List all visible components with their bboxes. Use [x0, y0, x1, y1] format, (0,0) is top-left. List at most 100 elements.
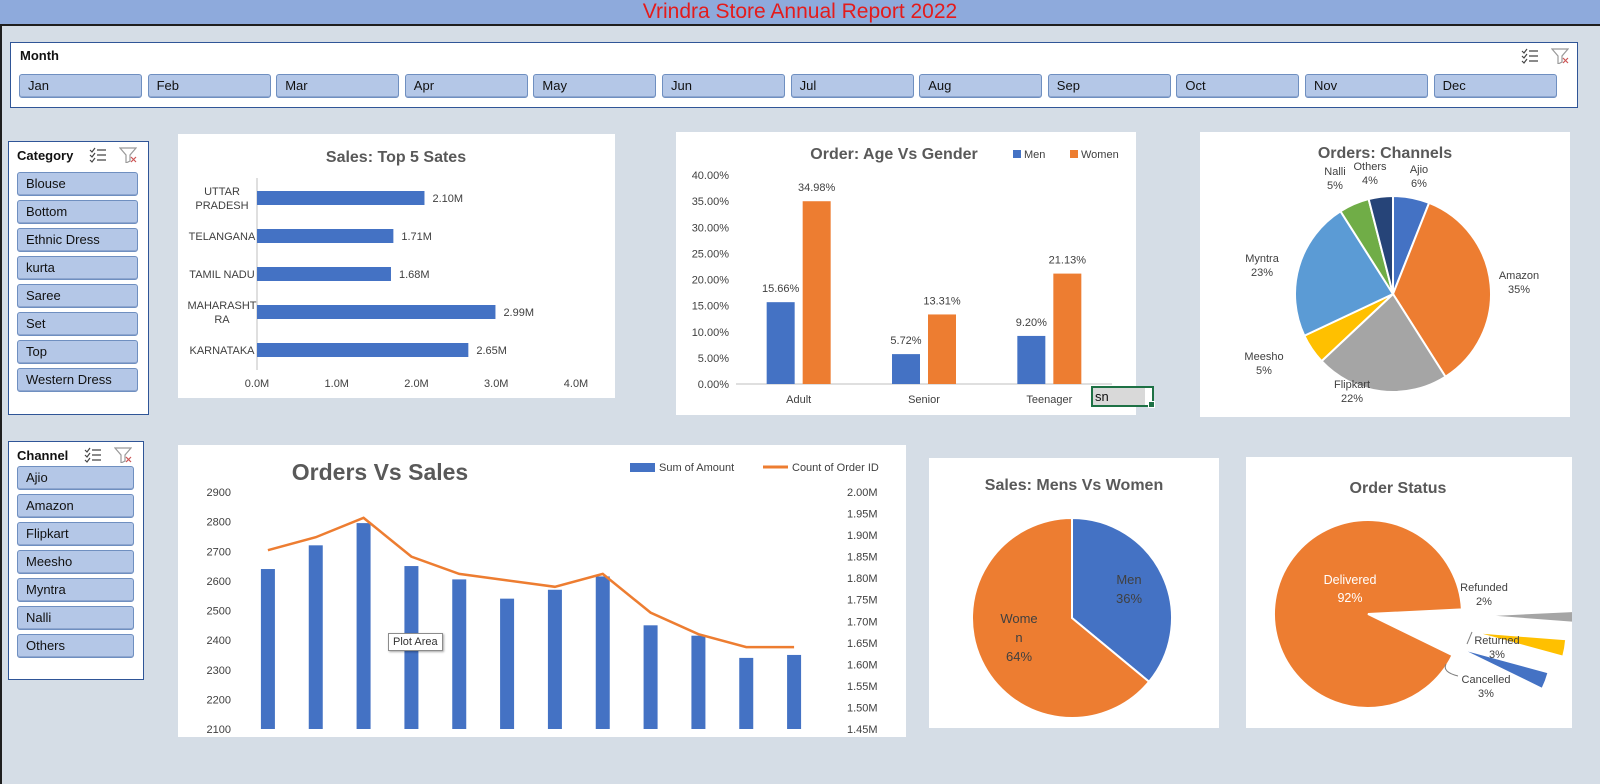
month-button-aug[interactable]: Aug — [919, 74, 1043, 98]
category-button-bottom[interactable]: Bottom — [17, 200, 138, 224]
data-label: 2.65M — [476, 345, 507, 357]
legend-label: Women — [1081, 149, 1119, 161]
bar — [500, 598, 515, 729]
y-tick-label: 5.00% — [698, 353, 729, 365]
channel-button-ajio[interactable]: Ajio — [17, 466, 134, 490]
chart-title: Orders Vs Sales — [292, 459, 468, 485]
bar — [1017, 335, 1046, 384]
month-button-sep[interactable]: Sep — [1047, 74, 1171, 98]
y-tick-label: 20.00% — [692, 275, 730, 287]
slice-name-label: Others — [1353, 161, 1387, 173]
legend-label: Sum of Amount — [659, 462, 734, 474]
data-label: 5.72% — [890, 335, 921, 347]
y-right-tick-label: 1.75M — [847, 595, 878, 607]
y-right-tick-label: 1.70M — [847, 616, 878, 628]
y-right-tick-label: 2.00M — [847, 487, 878, 499]
category-slicer-tools — [89, 147, 137, 163]
category-button-kurta[interactable]: kurta — [17, 256, 138, 280]
men-women-pie-chart[interactable]: Sales: Mens Vs Women Men 36% Wome n 64% — [929, 458, 1219, 728]
channel-button-others[interactable]: Others — [17, 634, 134, 658]
month-button-nov[interactable]: Nov — [1305, 74, 1428, 98]
month-button-jul[interactable]: Jul — [790, 74, 914, 98]
month-button-mar[interactable]: Mar — [276, 74, 400, 98]
y-left-tick-label: 2900 — [207, 487, 231, 499]
y-right-tick-label: 1.90M — [847, 530, 878, 542]
order-status-pie-chart[interactable]: Order Status Delivered 92% Refunded 2% Return… — [1246, 457, 1572, 728]
month-button-oct[interactable]: Oct — [1176, 74, 1300, 98]
age-gender-chart[interactable]: Order: Age Vs Gender Men Women 0.00% 5.00% 10… — [676, 132, 1136, 415]
slice-percent-label: 2% — [1476, 596, 1492, 608]
y-left-tick-label: 2800 — [207, 517, 231, 529]
bar — [892, 354, 920, 384]
month-button-may[interactable]: May — [533, 74, 657, 98]
channel-button-flipkart[interactable]: Flipkart — [17, 522, 134, 546]
pie-slice — [1479, 610, 1572, 624]
bar — [260, 569, 275, 729]
channel-button-myntra[interactable]: Myntra — [17, 578, 134, 602]
slice-percent-label: 5% — [1256, 365, 1272, 377]
month-button-feb[interactable]: Feb — [147, 74, 271, 98]
legend-swatch — [1070, 150, 1078, 158]
chart-title: Sales: Mens Vs Women — [985, 477, 1163, 494]
data-label: 9.20% — [1016, 317, 1047, 329]
bar — [643, 625, 658, 729]
data-label: 34.98% — [798, 182, 836, 194]
bar — [766, 302, 795, 384]
y-left-tick-label: 2500 — [207, 606, 231, 618]
bar — [547, 589, 562, 729]
sheet-edge — [0, 26, 2, 784]
category-button-western-dress[interactable]: Western Dress — [17, 368, 138, 392]
data-label: 1.71M — [401, 231, 432, 243]
multi-select-icon[interactable] — [89, 147, 107, 163]
clear-filter-icon[interactable] — [119, 147, 137, 163]
month-button-dec[interactable]: Dec — [1433, 74, 1557, 98]
legend-label: Count of Order ID — [792, 462, 879, 474]
x-tick-label: 4.0M — [564, 378, 588, 390]
category-label: TAMIL NADU — [189, 269, 254, 281]
channel-button-amazon[interactable]: Amazon — [17, 494, 134, 518]
x-tick-label: 1.0M — [325, 378, 349, 390]
plot-area-tooltip: Plot Area — [388, 633, 443, 651]
clear-filter-icon[interactable] — [1551, 48, 1569, 64]
leader-line — [1466, 631, 1473, 645]
slice-percent-label: 3% — [1489, 649, 1505, 661]
channels-pie-chart[interactable]: Orders: Channels Ajio 6% Amazon 35% Flipkart 2… — [1200, 132, 1570, 417]
channel-slicer: Channel Ajio Amazon Flipkart Meesho Myntra Na… — [8, 441, 144, 680]
bar — [308, 545, 323, 729]
category-label: Teenager — [1026, 394, 1072, 406]
clear-filter-icon[interactable] — [114, 447, 132, 463]
bar — [257, 343, 469, 357]
month-button-jun[interactable]: Jun — [662, 74, 785, 98]
slice-percent-label: 36% — [1116, 591, 1142, 606]
orders-vs-sales-chart[interactable]: Orders Vs Sales Sum of Amount Count of Ord… — [178, 445, 906, 737]
cell-value: sn — [1093, 388, 1145, 405]
slice-name-label: Wome — [1000, 611, 1037, 626]
y-tick-label: 25.00% — [692, 248, 730, 260]
channel-button-meesho[interactable]: Meesho — [17, 550, 134, 574]
y-left-tick-label: 2200 — [207, 694, 231, 706]
category-button-saree[interactable]: Saree — [17, 284, 138, 308]
data-label: 13.31% — [923, 295, 961, 307]
category-label: PRADESH — [195, 200, 248, 212]
channel-button-nalli[interactable]: Nalli — [17, 606, 134, 630]
slice-percent-label: 3% — [1478, 688, 1494, 700]
category-button-top[interactable]: Top — [17, 340, 138, 364]
legend-swatch — [1013, 150, 1021, 158]
multi-select-icon[interactable] — [84, 447, 102, 463]
bar — [257, 267, 391, 281]
slice-name-label: Amazon — [1499, 270, 1539, 282]
category-button-set[interactable]: Set — [17, 312, 138, 336]
category-button-blouse[interactable]: Blouse — [17, 172, 138, 196]
channel-slicer-title: Channel — [17, 448, 69, 463]
report-title-bar: Vrindra Store Annual Report 2022 — [0, 0, 1600, 26]
month-button-jan[interactable]: Jan — [19, 74, 142, 98]
month-button-apr[interactable]: Apr — [404, 74, 528, 98]
bar — [356, 523, 371, 729]
pie-slice — [1273, 519, 1463, 709]
top5-states-chart[interactable]: Sales: Top 5 Sates 2.10M UTTAR PRADESH 1.71M… — [178, 134, 615, 398]
selected-cell[interactable]: sn — [1091, 386, 1155, 408]
fill-handle[interactable] — [1148, 401, 1155, 408]
category-button-ethnic-dress[interactable]: Ethnic Dress — [17, 228, 138, 252]
multi-select-icon[interactable] — [1521, 48, 1539, 64]
chart-title: Sales: Top 5 Sates — [326, 149, 466, 166]
